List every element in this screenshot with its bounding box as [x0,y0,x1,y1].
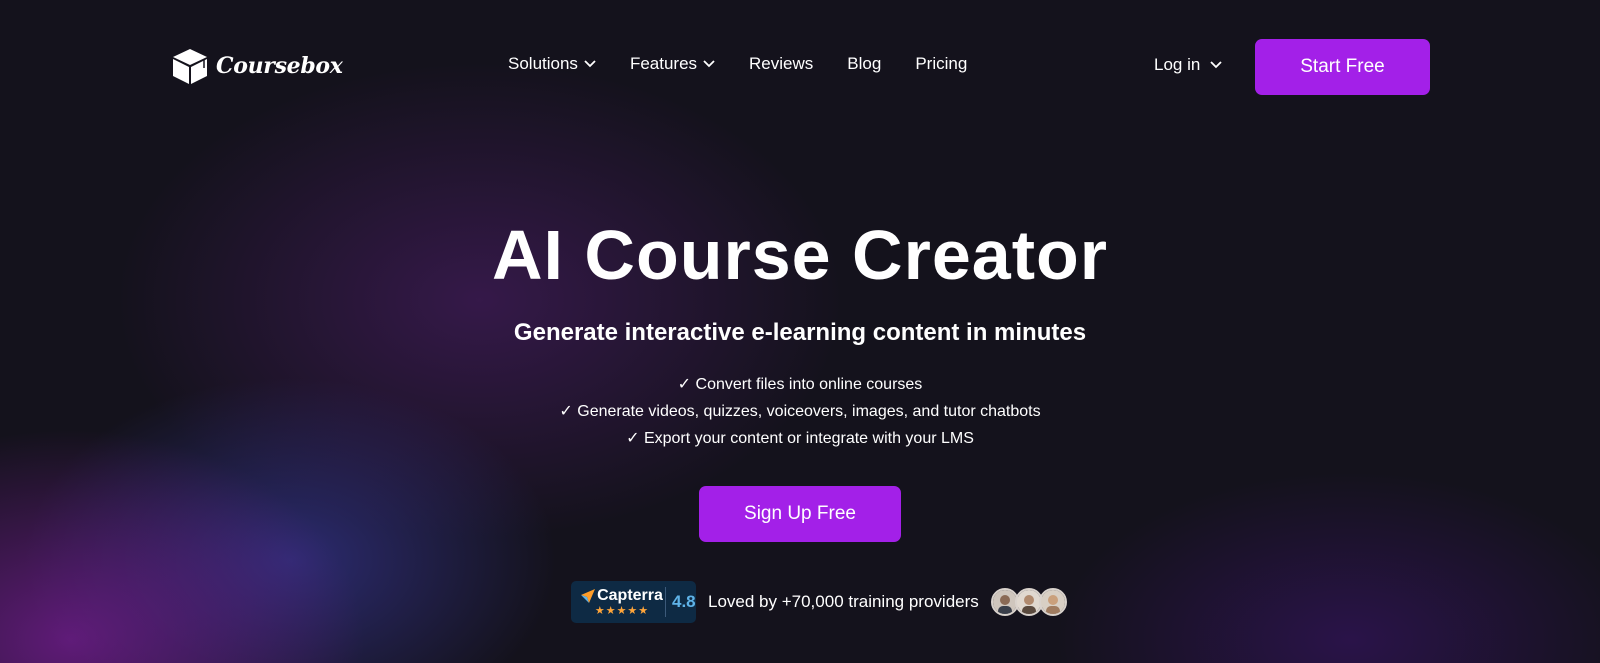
nav-item-pricing[interactable]: Pricing [915,54,967,74]
social-proof: Capterra ★★★★★ 4.8 Loved by +70,000 trai… [571,581,1067,623]
capterra-rating: 4.8 [672,592,696,611]
nav-item-blog[interactable]: Blog [847,54,881,74]
login-menu[interactable]: Log in [1154,55,1222,75]
nav-item-label: Reviews [749,54,814,73]
nav-item-solutions[interactable]: Solutions [508,54,596,74]
nav-item-label: Solutions [508,54,578,73]
nav-item-label: Pricing [915,54,968,73]
hero-title: AI Course Creator [491,216,1109,294]
capterra-name: Capterra [597,587,663,604]
feature-item: ✓ Export your content or integrate with … [626,430,974,447]
brand-logo[interactable]: Coursebox [170,46,343,86]
loved-by-text: Loved by +70,000 training providers [708,592,979,611]
main-menu: Solutions Features Reviews Blog Pricing [508,54,967,74]
login-label: Log in [1154,55,1201,74]
nav-item-label: Blog [847,54,882,73]
top-navigation: Coursebox Solutions Features Reviews Blo… [0,0,1600,130]
sign-up-free-button[interactable]: Sign Up Free [699,486,901,542]
avatar [1038,588,1067,616]
capterra-brand: Capterra ★★★★★ [571,587,665,617]
nav-item-features[interactable]: Features [630,54,715,74]
nav-item-reviews[interactable]: Reviews [749,54,813,74]
avatar-group [990,588,1067,616]
feature-item: ✓ Convert files into online courses [677,376,923,393]
star-icon: ★★★★★ [594,605,650,617]
feature-list: ✓ Convert files into online courses ✓ Ge… [0,371,1600,452]
hero-section: AI Course Creator Generate interactive e… [0,213,1600,452]
cube-logo-icon [173,49,207,84]
chevron-down-icon [1210,61,1222,69]
hero-subtitle: Generate interactive e-learning content … [513,319,1087,346]
capterra-badge[interactable]: Capterra ★★★★★ 4.8 [571,581,696,623]
capterra-wordmark: Capterra [581,587,663,605]
chevron-down-icon [584,60,596,68]
capterra-arrow-icon [581,589,596,603]
nav-item-label: Features [629,54,698,73]
brand-name: Coursebox [216,53,343,79]
start-free-button[interactable]: Start Free [1255,39,1430,95]
chevron-down-icon [703,60,715,68]
feature-item: ✓ Generate videos, quizzes, voiceovers, … [559,403,1041,420]
